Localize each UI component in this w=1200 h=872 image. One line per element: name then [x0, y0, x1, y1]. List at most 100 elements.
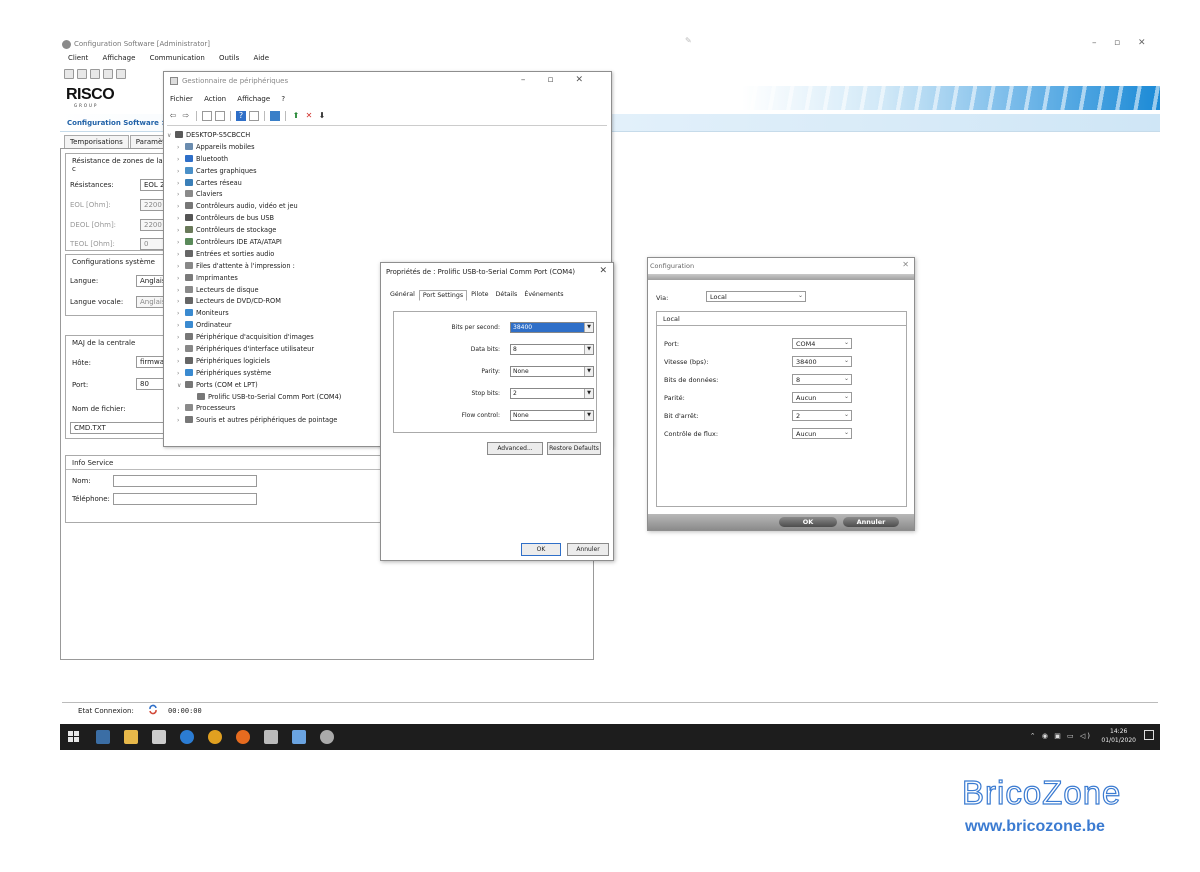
tree-item[interactable]: › Cartes réseau — [167, 178, 607, 190]
chevron-right-icon[interactable]: › — [177, 320, 185, 331]
port-setting-select[interactable]: None ▼ — [510, 410, 594, 421]
config-field-select[interactable]: COM4 ⌄ — [792, 338, 852, 349]
close-icon[interactable]: ✕ — [902, 260, 909, 269]
tree-item[interactable]: › Appareils mobiles — [167, 142, 607, 154]
chevron-down-icon[interactable]: ∨ — [177, 380, 185, 391]
port-setting-select[interactable]: None ▼ — [510, 366, 594, 377]
notifications-icon[interactable] — [1144, 730, 1154, 740]
forward-icon[interactable]: ⇨ — [181, 111, 191, 121]
tree-item[interactable]: › Contrôleurs IDE ATA/ATAPI — [167, 237, 607, 249]
config-field-select[interactable]: Aucun ⌄ — [792, 428, 852, 439]
tree-item[interactable]: › Cartes graphiques — [167, 166, 607, 178]
chevron-right-icon[interactable]: › — [177, 189, 185, 200]
clock[interactable]: 14:26 01/01/2020 — [1101, 727, 1136, 745]
chevron-right-icon[interactable]: › — [177, 142, 185, 153]
chevron-right-icon[interactable]: › — [177, 261, 185, 272]
system-tray-icons[interactable]: ⌃ ◉ ▣ ▭ ◁) — [1030, 732, 1092, 740]
nom-field[interactable] — [113, 475, 257, 487]
cancel-button[interactable]: Annuler — [843, 517, 899, 527]
disable-icon[interactable]: ⬇ — [317, 111, 327, 121]
uninstall-icon[interactable]: ✕ — [304, 111, 314, 121]
tab-temporisations[interactable]: Temporisations — [64, 135, 129, 149]
chevron-right-icon[interactable]: › — [177, 237, 185, 248]
tab-evenements[interactable]: Événements — [521, 290, 566, 301]
firefox-icon[interactable] — [236, 730, 250, 744]
edit-icon[interactable] — [77, 69, 87, 79]
tree-root[interactable]: ∨ DESKTOP-S5CBCCH — [167, 130, 607, 142]
chevron-right-icon[interactable]: › — [177, 166, 185, 177]
tree-item[interactable]: › Contrôleurs de bus USB — [167, 213, 607, 225]
edge-icon[interactable] — [180, 730, 194, 744]
chevron-right-icon[interactable]: › — [177, 201, 185, 212]
chevron-right-icon[interactable]: › — [177, 178, 185, 189]
save-icon[interactable] — [116, 69, 126, 79]
printer-app-icon[interactable] — [264, 730, 278, 744]
chevron-right-icon[interactable]: › — [177, 154, 185, 165]
nom-fichier-field[interactable]: CMD.TXT — [70, 422, 170, 434]
tree-item[interactable]: › Bluetooth — [167, 154, 607, 166]
config-app-icon[interactable] — [292, 730, 306, 744]
menu-affichage[interactable]: Affichage — [103, 54, 136, 62]
close-icon[interactable]: ✕ — [1138, 38, 1146, 48]
chevron-right-icon[interactable]: › — [177, 356, 185, 367]
menu-communication[interactable]: Communication — [150, 54, 205, 62]
config-field-select[interactable]: 2 ⌄ — [792, 410, 852, 421]
close-icon[interactable]: ✕ — [599, 266, 607, 276]
chevron-right-icon[interactable]: › — [177, 273, 185, 284]
ok-button[interactable]: OK — [521, 543, 561, 556]
ok-button[interactable]: OK — [779, 517, 837, 527]
tree-item[interactable]: › Claviers — [167, 189, 607, 201]
help-icon[interactable]: ? — [236, 111, 246, 121]
tab-pilote[interactable]: Pilote — [468, 290, 491, 301]
connect-icon[interactable] — [103, 69, 113, 79]
update-driver-icon[interactable] — [215, 111, 225, 121]
port-setting-select[interactable]: 8 ▼ — [510, 344, 594, 355]
config-field-select[interactable]: Aucun ⌄ — [792, 392, 852, 403]
risco-app-icon[interactable] — [320, 730, 334, 744]
chevron-right-icon[interactable]: › — [177, 415, 185, 426]
tab-details[interactable]: Détails — [493, 290, 521, 301]
dm-menu-fichier[interactable]: Fichier — [170, 95, 193, 103]
chevron-down-icon[interactable]: ∨ — [167, 130, 175, 141]
calendar-icon[interactable] — [152, 730, 166, 744]
dm-menu-help[interactable]: ? — [281, 95, 285, 103]
dm-menu-affichage[interactable]: Affichage — [237, 95, 270, 103]
cancel-button[interactable]: Annuler — [567, 543, 609, 556]
task-view-icon[interactable] — [96, 730, 110, 744]
advanced-button[interactable]: Advanced... — [487, 442, 543, 455]
port-setting-select[interactable]: 38400 ▼ — [510, 322, 594, 333]
config-field-select[interactable]: 8 ⌄ — [792, 374, 852, 385]
chevron-right-icon[interactable]: › — [177, 249, 185, 260]
chevron-right-icon[interactable]: › — [177, 368, 185, 379]
maximize-icon[interactable]: ▫ — [1114, 38, 1120, 48]
port-setting-select[interactable]: 2 ▼ — [510, 388, 594, 399]
restore-defaults-button[interactable]: Restore Defaults — [547, 442, 601, 455]
properties-icon[interactable] — [202, 111, 212, 121]
file-explorer-icon[interactable] — [124, 730, 138, 744]
back-icon[interactable]: ⇦ — [168, 111, 178, 121]
menu-outils[interactable]: Outils — [219, 54, 239, 62]
cut-icon[interactable] — [90, 69, 100, 79]
tab-general[interactable]: Général — [387, 290, 418, 301]
chevron-right-icon[interactable]: › — [177, 308, 185, 319]
windows-start-icon[interactable] — [68, 731, 80, 743]
menu-client[interactable]: Client — [68, 54, 88, 62]
config-field-select[interactable]: 38400 ⌄ — [792, 356, 852, 367]
view-icon[interactable] — [249, 111, 259, 121]
via-select[interactable]: Local ⌄ — [706, 291, 806, 302]
monitor-scan-icon[interactable] — [270, 111, 280, 121]
chevron-right-icon[interactable]: › — [177, 403, 185, 414]
minimize-icon[interactable]: – — [1092, 38, 1097, 48]
chevron-right-icon[interactable]: › — [177, 344, 185, 355]
menu-aide[interactable]: Aide — [254, 54, 269, 62]
telephone-field[interactable] — [113, 493, 257, 505]
chevron-right-icon[interactable]: › — [177, 225, 185, 236]
chevron-right-icon[interactable]: › — [177, 296, 185, 307]
tree-item[interactable]: › Entrées et sorties audio — [167, 249, 607, 261]
dm-menu-action[interactable]: Action — [204, 95, 226, 103]
chevron-right-icon[interactable]: › — [177, 213, 185, 224]
chevron-right-icon[interactable]: › — [177, 285, 185, 296]
open-icon[interactable] — [64, 69, 74, 79]
chrome-icon[interactable] — [208, 730, 222, 744]
tab-port-settings[interactable]: Port Settings — [418, 290, 468, 301]
